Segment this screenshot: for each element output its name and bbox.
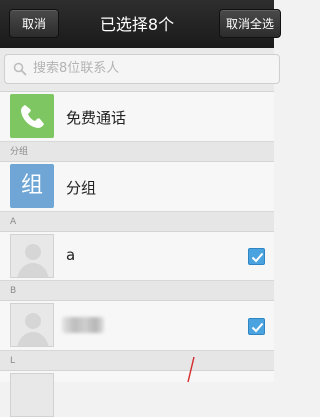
group-label: 分组: [66, 179, 97, 197]
free-call-label: 免费通话: [66, 109, 127, 127]
search-icon: [13, 62, 27, 76]
contact-name: a: [66, 246, 76, 264]
section-header-l: L: [0, 351, 274, 371]
search-placeholder: 搜索8位联系人: [33, 61, 120, 76]
red-annotation-mark: [187, 356, 195, 382]
redacted-contact-name: [62, 317, 104, 333]
search-input[interactable]: 搜索8位联系人: [4, 54, 280, 84]
group-tile-icon: 组: [10, 164, 54, 208]
contact-row-a[interactable]: a: [0, 232, 274, 281]
check-icon: [251, 252, 264, 263]
contact-checkbox[interactable]: [248, 318, 265, 335]
avatar: [10, 373, 54, 417]
search-bar: 搜索8位联系人: [0, 48, 280, 92]
contact-row-b[interactable]: [0, 301, 274, 351]
check-icon: [251, 322, 264, 333]
title-bar: 取消 已选择8个 取消全选: [0, 0, 281, 48]
deselect-all-button[interactable]: 取消全选: [219, 9, 281, 38]
contact-row-l[interactable]: [0, 371, 274, 417]
group-row[interactable]: 组 分组: [0, 162, 274, 212]
avatar: [10, 303, 54, 347]
section-header-group: 分组: [0, 142, 274, 162]
section-header-a: A: [0, 212, 274, 232]
contact-checkbox[interactable]: [248, 248, 265, 265]
phone-icon: [10, 94, 54, 138]
avatar: [10, 234, 54, 278]
section-header-b: B: [0, 281, 274, 301]
free-call-row[interactable]: 免费通话: [0, 92, 274, 142]
